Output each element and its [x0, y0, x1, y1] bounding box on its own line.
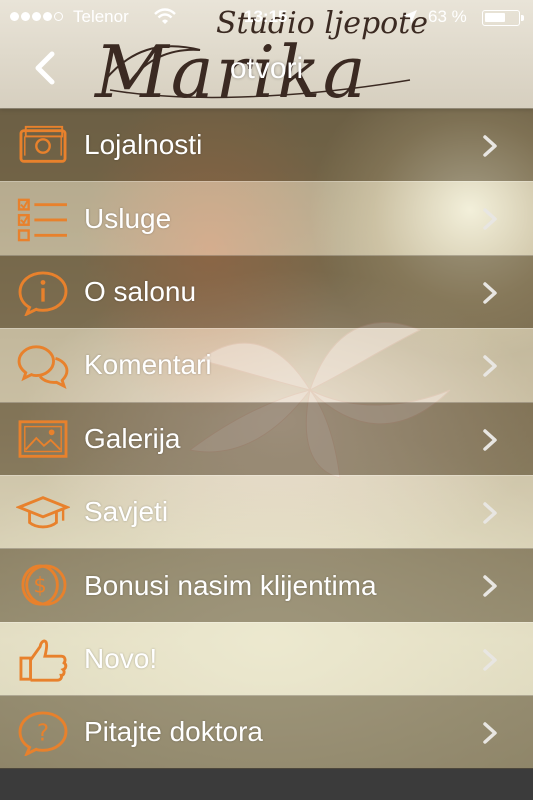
menu-item-label: Bonusi nasim klijentima	[84, 569, 377, 601]
menu-item[interactable]: Savjeti	[0, 474, 533, 549]
menu-item[interactable]: $ Bonusi nasim klijentima	[0, 548, 533, 622]
chat-bubbles-icon	[17, 345, 69, 390]
menu-item[interactable]: Galerija	[0, 401, 533, 475]
chevron-right-icon	[483, 648, 497, 671]
clock: 13:15	[244, 7, 288, 26]
carrier-name: Telenor	[73, 7, 129, 26]
menu-item[interactable]: Usluge	[0, 181, 533, 255]
location-arrow-icon	[403, 10, 417, 24]
chevron-right-icon	[483, 575, 497, 598]
status-bar: Telenor 13:15 63 %	[0, 0, 533, 34]
thumbs-up-icon	[19, 639, 68, 682]
menu-item-label: Usluge	[84, 202, 172, 234]
menu-item-label: Pitajte doktora	[84, 716, 263, 748]
menu-item-label: Galerija	[84, 422, 181, 454]
battery-fill	[485, 13, 505, 22]
chevron-right-icon	[483, 428, 497, 451]
chevron-right-icon	[483, 722, 497, 744]
question-bubble-icon: ?	[18, 711, 68, 757]
checklist-icon	[17, 199, 67, 242]
menu-item[interactable]: Komentari	[0, 328, 533, 402]
menu-item-label: O salonu	[84, 275, 197, 307]
menu-item[interactable]: Lojalnosti	[0, 108, 533, 182]
picture-icon	[18, 419, 68, 458]
battery-percent: 63 %	[428, 7, 467, 26]
svg-text:$: $	[33, 573, 46, 598]
menu-item-label: Lojalnosti	[84, 129, 203, 161]
bottom-strip	[0, 768, 533, 800]
chevron-right-icon	[483, 208, 497, 231]
chevron-right-icon	[483, 355, 497, 377]
coin-icon: $	[21, 564, 67, 606]
battery-tip	[521, 15, 524, 21]
signal-dot-empty	[54, 12, 63, 21]
chevron-right-icon	[483, 282, 497, 304]
signal-dot	[43, 12, 52, 21]
info-bubble-icon	[18, 271, 68, 316]
menu-item-label: Komentari	[84, 349, 212, 381]
menu-item[interactable]: Novo!	[0, 621, 533, 696]
menu-item-label: Savjeti	[84, 496, 169, 528]
graduation-cap-icon	[16, 496, 70, 529]
menu-item[interactable]: O salonu	[0, 254, 533, 329]
signal-dot	[21, 12, 30, 21]
app-header: Studio ljepote Marika Telenor 13:15 63 %…	[0, 0, 533, 114]
signal-dot	[32, 12, 41, 21]
wallet-icon	[19, 125, 67, 163]
signal-dot	[10, 12, 19, 21]
wifi-icon	[154, 8, 176, 24]
menu-list: Lojalnosti Usluge O salonu Komentari Galerij…	[0, 108, 533, 769]
svg-text:?: ?	[37, 721, 49, 747]
page-title: otvori	[229, 52, 304, 85]
menu-item[interactable]: ? Pitajte doktora	[0, 695, 533, 769]
signal-strength-icon	[10, 12, 63, 21]
chevron-right-icon	[483, 502, 497, 524]
chevron-right-icon	[483, 135, 497, 157]
battery-icon	[482, 10, 524, 26]
menu-item-label: Novo!	[84, 642, 158, 674]
